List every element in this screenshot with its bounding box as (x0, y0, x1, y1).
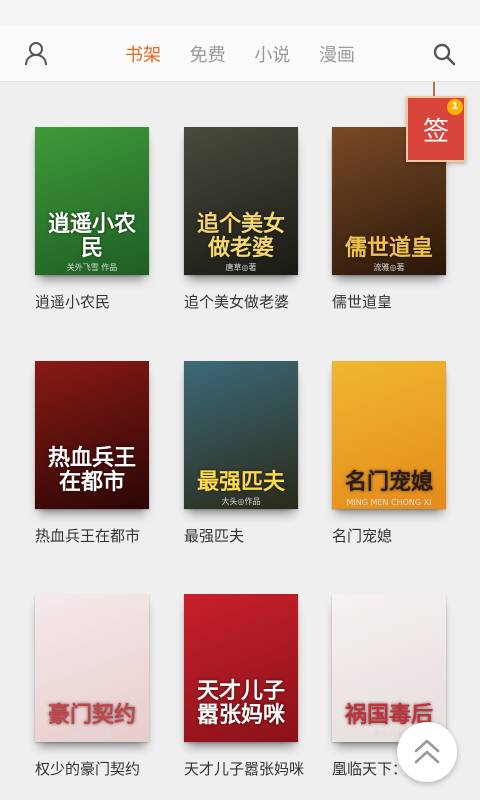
book-title: 逍遥小农民 (35, 293, 111, 311)
book-title: 名门宠媳 (332, 527, 393, 545)
scroll-to-top-button[interactable] (397, 722, 457, 782)
book-title: 儒世道皇 (332, 293, 393, 311)
book-cover: 追个美女做老婆 唐草◎著 (184, 127, 298, 275)
book-cover: 豪门契约 殷小柠◎著 (35, 594, 149, 742)
book-title: 权少的豪门契约 (35, 760, 141, 778)
book-item[interactable]: 热血兵王在都市 热血兵王在都市 (35, 361, 153, 547)
cover-title: 追个美女做老婆 (196, 211, 285, 261)
book-cover: 热血兵王在都市 (35, 361, 149, 509)
notification-badge: 1 (447, 99, 463, 115)
book-title: 天才儿子嚣张妈咪 (184, 760, 305, 778)
book-item[interactable]: 名门宠媳 MING MEN CHONG XI 名门宠媳 (332, 361, 450, 547)
cover-author: 关外飞雪 作品 (66, 263, 118, 272)
tab-novel[interactable]: 小说 (249, 41, 295, 67)
double-chevron-up-icon (414, 739, 440, 764)
cover-title: 逍遥小农民 (47, 211, 136, 261)
book-item[interactable]: 最强匹夫 大头◎作品 最强匹夫 (184, 361, 302, 547)
status-bar (0, 0, 480, 26)
book-cover: 逍遥小农民 关外飞雪 作品 (35, 127, 149, 275)
tab-free[interactable]: 免费 (185, 41, 231, 67)
cover-author: 大头◎作品 (221, 497, 261, 506)
cover-title: 名门宠媳 (344, 469, 433, 495)
cover-title: 热血兵王在都市 (47, 445, 136, 495)
book-cover: 最强匹夫 大头◎作品 (184, 361, 298, 509)
cover-title: 最强匹夫 (196, 469, 285, 495)
book-cover: 名门宠媳 MING MEN CHONG XI (332, 361, 446, 509)
book-item[interactable]: 天才儿子嚣张妈咪 天才儿子嚣张妈咪 (184, 594, 305, 780)
book-item[interactable]: 逍遥小农民 关外飞雪 作品 逍遥小农民 (35, 127, 153, 313)
user-icon (25, 42, 47, 66)
cover-title: 天才儿子嚣张妈咪 (196, 678, 285, 728)
book-title: 最强匹夫 (184, 527, 245, 545)
cover-author: 唐草◎著 (225, 263, 257, 272)
bookshelf-grid: 逍遥小农民 关外飞雪 作品 逍遥小农民 追个美女做老婆 唐草◎著 追个美女做老婆… (0, 83, 480, 800)
book-item[interactable]: 豪门契约 殷小柠◎著 权少的豪门契约 (35, 594, 153, 780)
book-item[interactable]: 追个美女做老婆 唐草◎著 追个美女做老婆 (184, 127, 302, 313)
cover-author: 殷小柠◎著 (72, 730, 112, 739)
top-bar: 书架 免费 小说 漫画 (0, 26, 480, 82)
cover-author: MING MEN CHONG XI (346, 498, 432, 507)
cover-title: 豪门契约 (47, 702, 136, 728)
cover-title: 儒世道皇 (344, 235, 433, 261)
tab-bookshelf[interactable]: 书架 (120, 41, 166, 67)
search-icon (433, 43, 456, 66)
tab-comic[interactable]: 漫画 (314, 41, 360, 67)
book-title: 追个美女做老婆 (184, 293, 290, 311)
tab-bar: 书架 免费 小说 漫画 (120, 26, 360, 82)
book-cover: 祸国毒后 夏冬儿著 (332, 594, 446, 742)
book-title: 热血兵王在都市 (35, 527, 141, 545)
user-button[interactable] (22, 40, 50, 68)
daily-sign-in-button[interactable]: 签 1 (406, 96, 466, 162)
cover-author: 流雅◎著 (373, 263, 405, 272)
book-cover: 天才儿子嚣张妈咪 (184, 594, 298, 742)
search-button[interactable] (430, 40, 458, 68)
